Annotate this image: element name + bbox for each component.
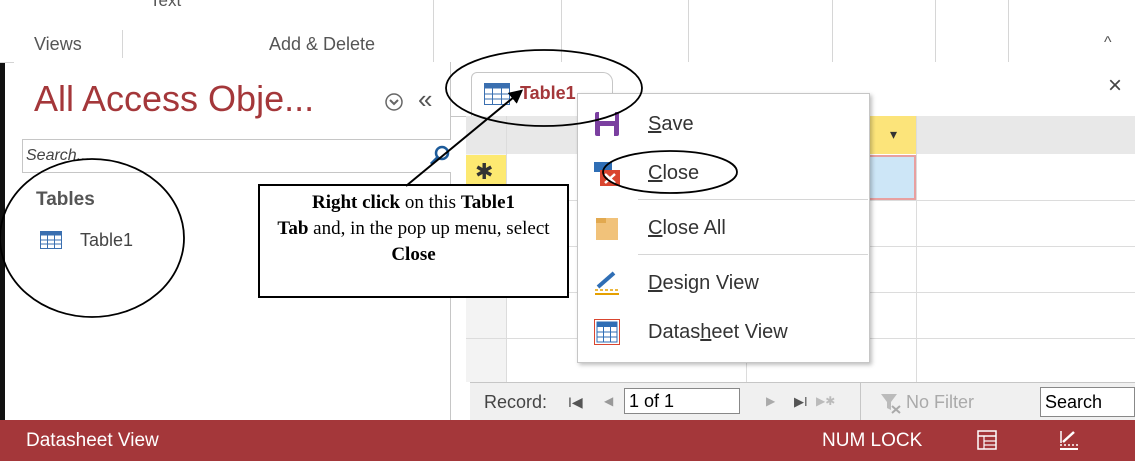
highlight-ellipse-tab [445,49,643,127]
highlight-ellipse-close [602,150,738,194]
annotation-overlay [0,49,738,318]
highlight-ellipse-nav [0,158,185,318]
callout-arrow [405,89,524,187]
